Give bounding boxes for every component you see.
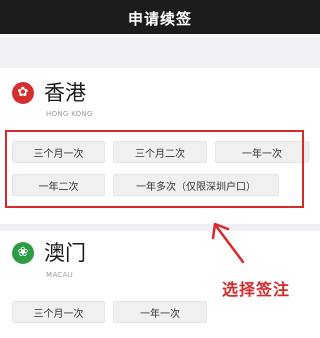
highlight-box [5, 130, 304, 208]
annotation-label: 选择签注 [222, 280, 291, 299]
region-english-hk: HONG KONG [46, 110, 93, 118]
region-english-mo: MACAU [46, 271, 74, 279]
header-divider [0, 34, 320, 38]
page-title: 申请续签 [127, 10, 192, 28]
top-bar: 申请续签 [0, 0, 320, 34]
region-name-hk: 香港 [44, 81, 86, 105]
option-mo-one-year-single[interactable]: 一年一次 [113, 301, 207, 323]
region-name-mo: 澳门 [44, 241, 86, 265]
bauhinia-flower-icon: ✿ [12, 82, 34, 104]
lotus-flower-icon: ❀ [12, 242, 34, 264]
option-mo-three-months-single[interactable]: 三个月一次 [12, 301, 105, 323]
